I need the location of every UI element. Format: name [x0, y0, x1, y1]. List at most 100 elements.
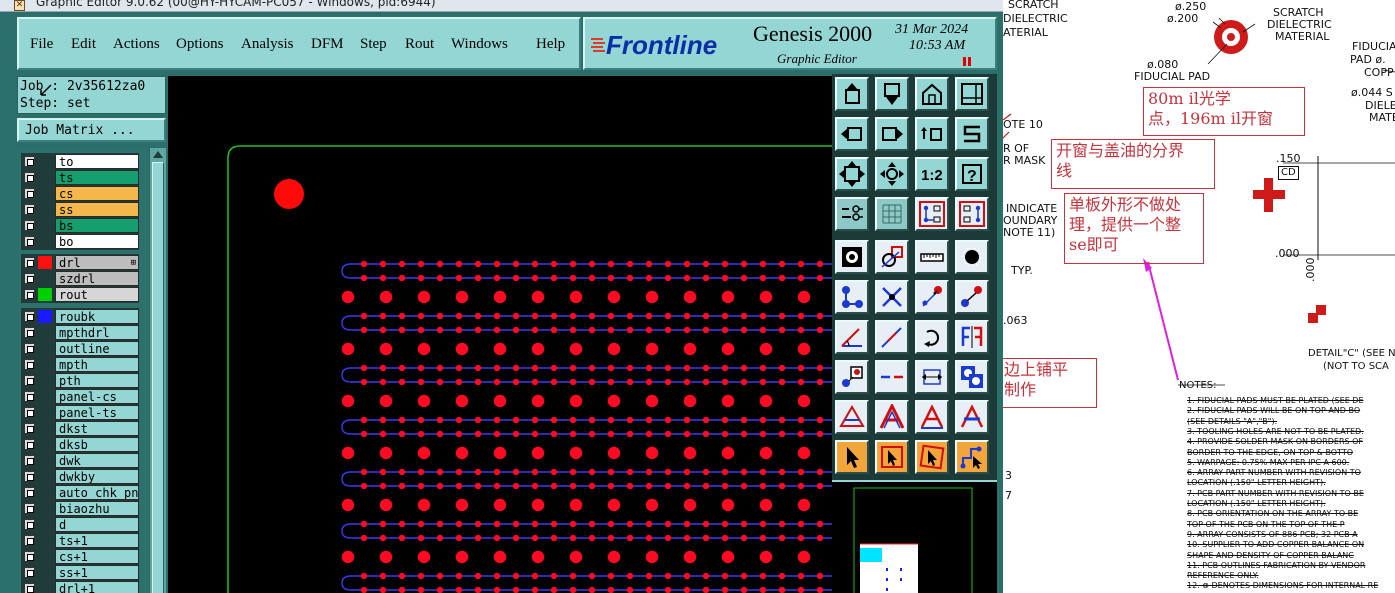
- layer-row-cs+1[interactable]: cs+1: [21, 549, 139, 564]
- select-arrow-button[interactable]: [835, 440, 869, 474]
- copy-circles-button[interactable]: [955, 360, 989, 394]
- layer-checkbox[interactable]: [24, 391, 35, 402]
- cross-x-button[interactable]: [875, 280, 909, 314]
- menu-analysis[interactable]: Analysis: [241, 36, 294, 53]
- layer-checkbox[interactable]: [24, 257, 35, 268]
- dot-feature-button[interactable]: [955, 240, 989, 274]
- layer-scrollbar[interactable]: [149, 148, 166, 593]
- move-pad-button[interactable]: [955, 280, 989, 314]
- fit-vertical-button[interactable]: [835, 157, 869, 191]
- resize-frame-button[interactable]: [915, 360, 949, 394]
- layer-row-auto_chk_pn[interactable]: auto_chk_pn: [21, 485, 139, 500]
- layer-down-button[interactable]: [875, 77, 909, 111]
- poly-a-red-button[interactable]: [875, 400, 909, 434]
- layer-name[interactable]: dksb: [55, 437, 139, 452]
- layer-checkbox[interactable]: [24, 204, 35, 215]
- layer-name[interactable]: drl+1: [55, 581, 139, 593]
- layer-checkbox[interactable]: [24, 172, 35, 183]
- title-bar[interactable]: ✕ Graphic Editor 9.0.62 (00@HY-HYCAM-PC0…: [0, 0, 1003, 12]
- layer-name[interactable]: roubk: [55, 309, 139, 324]
- layer-name[interactable]: rout: [55, 287, 139, 302]
- layer-name[interactable]: ts+1: [55, 533, 139, 548]
- layer-checkbox[interactable]: [24, 487, 35, 498]
- menu-actions[interactable]: Actions: [113, 36, 160, 53]
- layer-name[interactable]: auto_chk_pn: [55, 485, 139, 500]
- layer-checkbox[interactable]: [24, 407, 35, 418]
- layer-name[interactable]: szdrl: [55, 271, 139, 286]
- net-connect-button[interactable]: [915, 197, 949, 231]
- menu-help[interactable]: Help: [536, 36, 565, 53]
- layer-checkbox[interactable]: [24, 455, 35, 466]
- redraw-button[interactable]: [915, 117, 949, 151]
- connect-nodes-button[interactable]: [835, 280, 869, 314]
- layer-name[interactable]: cs: [55, 186, 139, 201]
- zoom-1-2-button[interactable]: 1:2: [915, 157, 949, 191]
- layer-row-dksb[interactable]: dksb: [21, 437, 139, 452]
- layer-name[interactable]: bs: [55, 218, 139, 233]
- layer-name[interactable]: panel-ts: [55, 405, 139, 420]
- shape-edit-button[interactable]: [875, 240, 909, 274]
- layer-checkbox[interactable]: [24, 471, 35, 482]
- layer-checkbox[interactable]: [24, 519, 35, 530]
- layer-checkbox[interactable]: [24, 343, 35, 354]
- menu-step[interactable]: Step: [360, 36, 387, 53]
- menu-options[interactable]: Options: [176, 36, 224, 53]
- layer-row-dkst[interactable]: dkst: [21, 421, 139, 436]
- layer-name[interactable]: to: [55, 154, 139, 169]
- select-pick-button[interactable]: [915, 440, 949, 474]
- graphic-canvas[interactable]: [168, 76, 832, 593]
- snap-pad-button[interactable]: [835, 360, 869, 394]
- pause-icon[interactable]: [963, 57, 971, 66]
- layer-name[interactable]: mpthdrl: [55, 325, 139, 340]
- layer-checkbox[interactable]: [24, 236, 35, 247]
- arc-a-fill-button[interactable]: [955, 400, 989, 434]
- window-frame-button[interactable]: [955, 77, 989, 111]
- pad-select-button[interactable]: [835, 240, 869, 274]
- layer-row-d[interactable]: d: [21, 517, 139, 532]
- layer-up-button[interactable]: [835, 77, 869, 111]
- layer-row-rout[interactable]: rout: [21, 287, 139, 302]
- layer-row-dwkby[interactable]: dwkby: [21, 469, 139, 484]
- layer-row-ss+1[interactable]: ss+1: [21, 565, 139, 580]
- fit-screen-button[interactable]: [875, 157, 909, 191]
- layer-row-dwk[interactable]: dwk: [21, 453, 139, 468]
- layer-checkbox[interactable]: [24, 220, 35, 231]
- help-query-button[interactable]: ?: [955, 157, 989, 191]
- layer-name[interactable]: dwk: [55, 453, 139, 468]
- layer-name[interactable]: drl ⊞: [55, 255, 139, 270]
- measure-tool-button[interactable]: [835, 197, 869, 231]
- menu-file[interactable]: File: [30, 36, 53, 53]
- overview-map[interactable]: [832, 480, 997, 593]
- layer-row-ts+1[interactable]: ts+1: [21, 533, 139, 548]
- layer-checkbox[interactable]: [24, 535, 35, 546]
- layer-row-ts[interactable]: ts: [21, 170, 139, 185]
- layer-name[interactable]: bo: [55, 234, 139, 249]
- layer-row-bs[interactable]: bs: [21, 218, 139, 233]
- layer-row-mpth[interactable]: mpth: [21, 357, 139, 372]
- angle-line-button[interactable]: [835, 320, 869, 354]
- arc-a-button[interactable]: [915, 400, 949, 434]
- scroll-thumb[interactable]: [152, 162, 164, 593]
- layer-row-bo[interactable]: bo: [21, 234, 139, 249]
- pan-right-button[interactable]: [875, 117, 909, 151]
- layer-row-cs[interactable]: cs: [21, 186, 139, 201]
- layer-checkbox[interactable]: [24, 423, 35, 434]
- layer-checkbox[interactable]: [24, 311, 35, 322]
- layer-checkbox[interactable]: [24, 273, 35, 284]
- layer-color-swatch[interactable]: [38, 256, 52, 269]
- layer-row-drl[interactable]: drl ⊞: [21, 255, 139, 270]
- layer-checkbox[interactable]: [24, 359, 35, 370]
- layer-row-outline[interactable]: outline: [21, 341, 139, 356]
- layer-row-panel-ts[interactable]: panel-ts: [21, 405, 139, 420]
- layer-name[interactable]: mpth: [55, 357, 139, 372]
- menu-rout[interactable]: Rout: [405, 36, 434, 53]
- layer-name[interactable]: dwkby: [55, 469, 139, 484]
- layer-row-ss[interactable]: ss: [21, 202, 139, 217]
- layer-row-to[interactable]: to: [21, 154, 139, 169]
- layer-checkbox[interactable]: [24, 289, 35, 300]
- pan-left-button[interactable]: [835, 117, 869, 151]
- layer-name[interactable]: ts: [55, 170, 139, 185]
- menu-windows[interactable]: Windows: [451, 36, 508, 53]
- menu-dfm[interactable]: DFM: [311, 36, 344, 53]
- layer-checkbox[interactable]: [24, 551, 35, 562]
